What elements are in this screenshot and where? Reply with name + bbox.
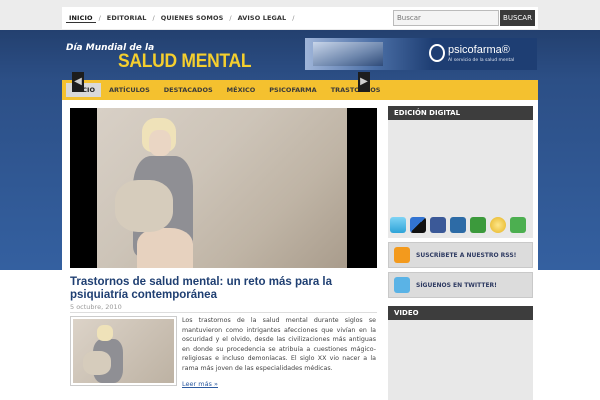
sidebar-heading-video: Video xyxy=(388,306,533,320)
top-nav-separator: / xyxy=(229,14,232,22)
banner-tagline: Al servicio de la salud mental xyxy=(448,58,515,63)
top-nav: Inicio / Editorial / Quienes somos / Avi… xyxy=(66,10,298,26)
sidebar-heading-edicion: Edición digital xyxy=(388,106,533,120)
main-nav-psicofarma[interactable]: Psicofarma xyxy=(263,83,322,97)
rss-subscribe-label: Suscríbete a nuestro RSS! xyxy=(416,251,517,259)
main-nav-articulos[interactable]: Artículos xyxy=(103,83,156,97)
twitter-icon[interactable] xyxy=(390,217,406,233)
search-input[interactable] xyxy=(393,10,499,26)
top-nav-inicio[interactable]: Inicio xyxy=(66,14,96,23)
stumbleupon-icon[interactable] xyxy=(470,217,486,233)
facebook-icon[interactable] xyxy=(430,217,446,233)
main-nav-mexico[interactable]: México xyxy=(221,83,262,97)
top-nav-quienes-somos[interactable]: Quienes somos xyxy=(158,14,227,22)
main-nav-destacados[interactable]: Destacados xyxy=(158,83,219,97)
twitter-bird-icon xyxy=(394,277,410,293)
twitter-follow-button[interactable]: Síguenos en Twitter! xyxy=(388,272,533,298)
slider-prev-icon[interactable]: ◀ xyxy=(72,72,84,92)
site-logo-title[interactable]: SALUD MENTAL xyxy=(118,51,252,73)
slide-image[interactable] xyxy=(97,108,347,268)
post-date: 5 octubre, 2010 xyxy=(70,303,122,311)
main-nav: Inicio Artículos Destacados México Psico… xyxy=(62,80,538,100)
read-more-link[interactable]: Leer más » xyxy=(182,380,218,388)
social-icons xyxy=(390,217,526,233)
top-nav-editorial[interactable]: Editorial xyxy=(104,14,150,22)
top-nav-aviso-legal[interactable]: Aviso legal xyxy=(235,14,290,22)
twitter-follow-label: Síguenos en Twitter! xyxy=(416,281,497,289)
top-nav-separator: / xyxy=(98,14,101,22)
search-button[interactable]: BUSCAR xyxy=(500,10,535,26)
add-icon[interactable] xyxy=(510,217,526,233)
delicious-icon[interactable] xyxy=(410,217,426,233)
post-excerpt: Los trastornos de la salud mental durant… xyxy=(182,317,376,372)
banner-brand: psicofarma® xyxy=(448,44,510,56)
top-nav-separator: / xyxy=(152,14,155,22)
post-thumbnail[interactable] xyxy=(70,316,177,386)
rss-subscribe-button[interactable]: Suscríbete a nuestro RSS! xyxy=(388,242,533,268)
banner-image xyxy=(313,42,383,66)
main-nav-trastornos[interactable]: Trastornos xyxy=(325,83,387,97)
psicofarma-banner[interactable]: psicofarma® Al servicio de la salud ment… xyxy=(305,38,537,70)
rss-icon xyxy=(394,247,410,263)
divider xyxy=(70,312,377,313)
video-box xyxy=(388,320,533,400)
post-title[interactable]: Trastornos de salud mental: un reto más … xyxy=(70,276,380,302)
favorite-star-icon[interactable] xyxy=(490,217,506,233)
featured-slider[interactable] xyxy=(70,108,377,268)
psicofarma-logo-icon xyxy=(429,44,445,62)
slider-next-icon[interactable]: ▶ xyxy=(358,72,370,92)
top-nav-separator: / xyxy=(292,14,295,22)
digg-icon[interactable] xyxy=(450,217,466,233)
